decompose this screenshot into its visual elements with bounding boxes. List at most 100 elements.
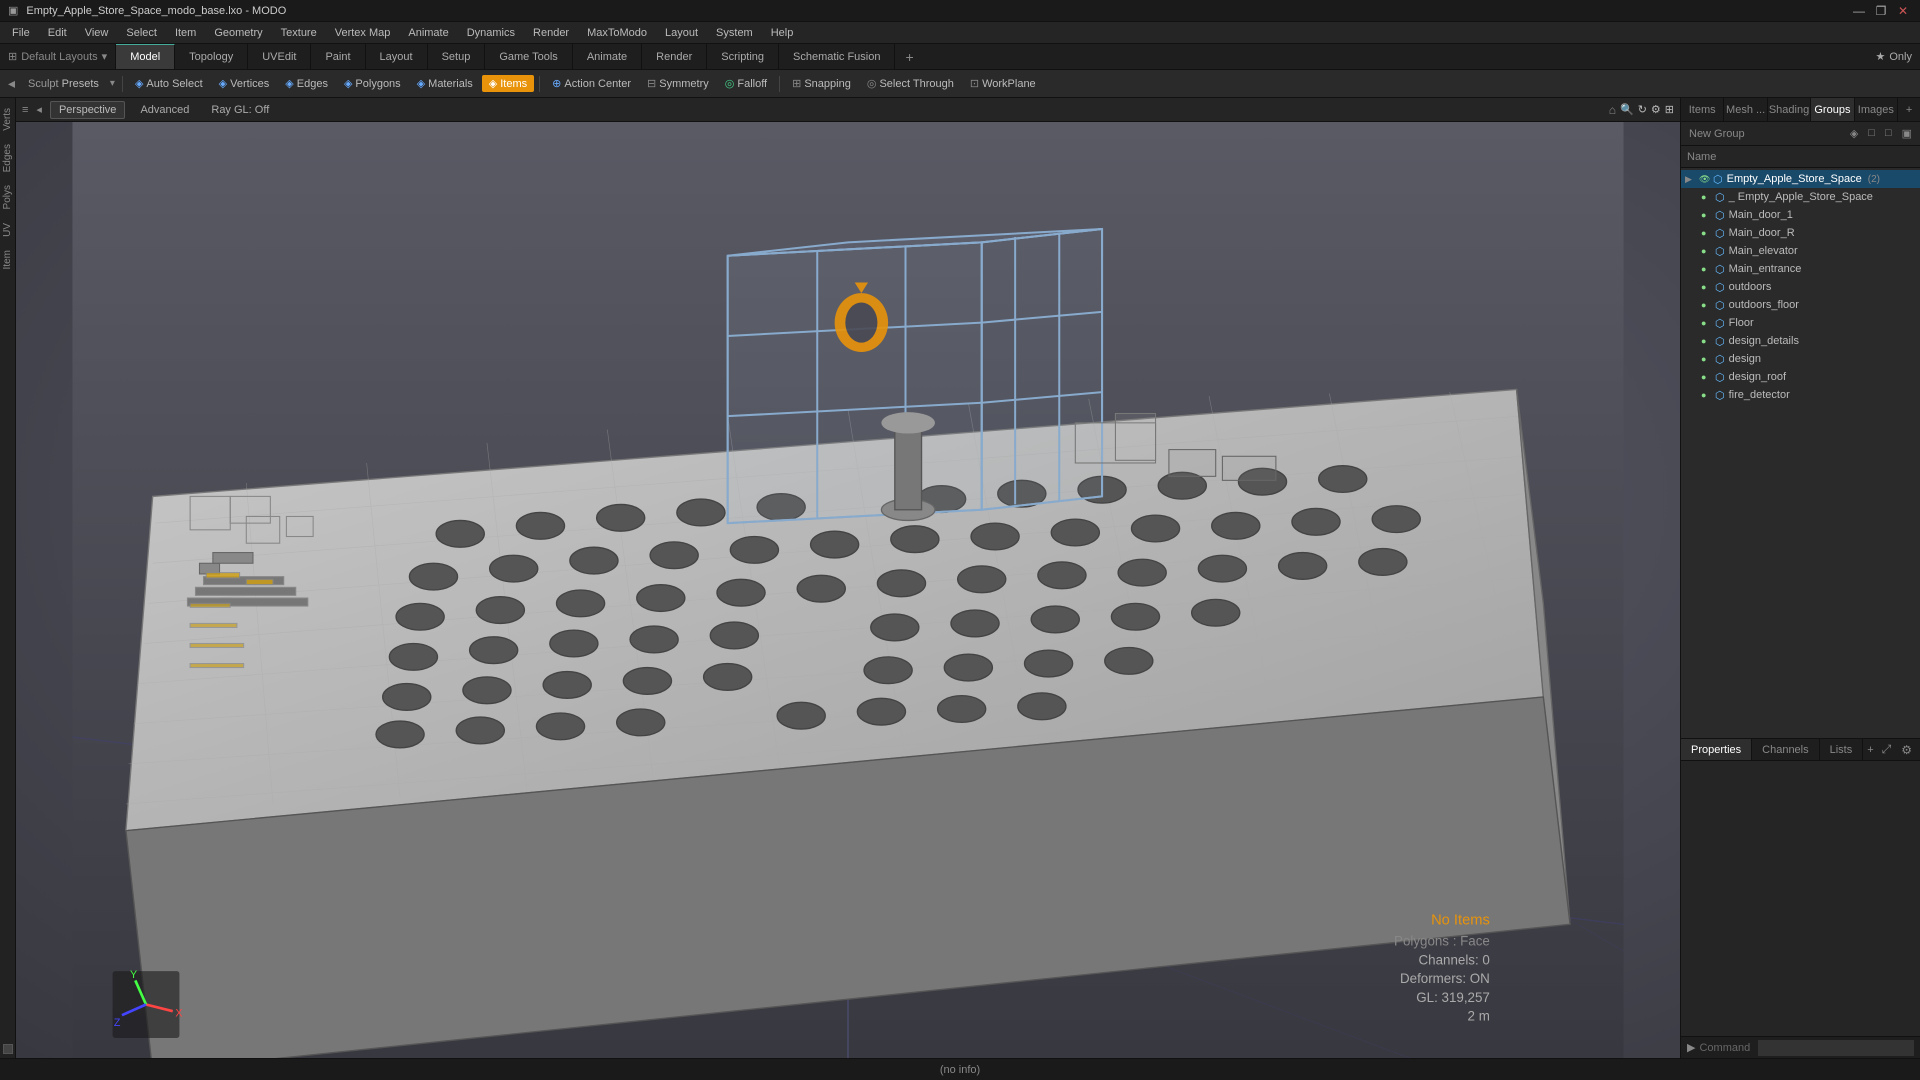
action-center-button[interactable]: ⊕ Action Center	[545, 75, 638, 92]
tree-item-root[interactable]: ▶ 👁 ⬡ Empty_Apple_Store_Space (2)	[1681, 170, 1920, 188]
tab-topology[interactable]: Topology	[175, 44, 248, 69]
sidebar-tab-item[interactable]: Item	[0, 244, 15, 275]
tree-item-3[interactable]: ● ⬡ Main_elevator	[1681, 242, 1920, 260]
menu-render[interactable]: Render	[525, 25, 577, 41]
toolbar-expand-icon[interactable]: ◂	[4, 75, 19, 92]
viewport-expand-icon[interactable]: ◂	[36, 103, 42, 116]
close-button[interactable]: ✕	[1894, 2, 1912, 20]
tree-item-10[interactable]: ● ⬡ design_roof	[1681, 368, 1920, 386]
menu-select[interactable]: Select	[118, 25, 165, 41]
tab-gametools[interactable]: Game Tools	[485, 44, 573, 69]
rb-icon-settings[interactable]: ⚙	[1897, 741, 1916, 759]
sidebar-tab-edges[interactable]: Edges	[0, 138, 15, 178]
rp-tab-groups[interactable]: Groups	[1811, 98, 1854, 121]
rpt-icon-1[interactable]: ◈	[1846, 125, 1862, 142]
rpt-icon-2[interactable]: □	[1864, 125, 1879, 142]
snapping-button[interactable]: ⊞ Snapping	[785, 75, 858, 92]
rb-tab-add[interactable]: +	[1863, 739, 1877, 760]
tab-schematic-fusion[interactable]: Schematic Fusion	[779, 44, 895, 69]
tab-animate[interactable]: Animate	[573, 44, 642, 69]
toolbar-separator-1	[122, 76, 123, 92]
materials-button[interactable]: ◈ Materials	[410, 75, 480, 92]
menu-dynamics[interactable]: Dynamics	[459, 25, 523, 41]
rp-tab-add[interactable]: +	[1898, 98, 1920, 121]
sidebar-tab-polys[interactable]: Polys	[0, 179, 15, 215]
menu-item[interactable]: Item	[167, 25, 204, 41]
symmetry-button[interactable]: ⊟ Symmetry	[640, 75, 716, 92]
menu-geometry[interactable]: Geometry	[206, 25, 270, 41]
falloff-button[interactable]: ◎ Falloff	[718, 75, 774, 92]
tab-scripting[interactable]: Scripting	[707, 44, 779, 69]
polygons-button[interactable]: ◈ Polygons	[337, 75, 408, 92]
menu-vertexmap[interactable]: Vertex Map	[327, 25, 399, 41]
tab-uvedit[interactable]: UVEdit	[248, 44, 311, 69]
rpt-icon-3[interactable]: □	[1881, 125, 1896, 142]
tree-item-5[interactable]: ● ⬡ outdoors	[1681, 278, 1920, 296]
tree-item-4[interactable]: ● ⬡ Main_entrance	[1681, 260, 1920, 278]
command-input[interactable]	[1758, 1040, 1914, 1056]
tree-item-7[interactable]: ● ⬡ Floor	[1681, 314, 1920, 332]
menu-help[interactable]: Help	[763, 25, 802, 41]
sidebar-bottom-icon[interactable]	[3, 1044, 13, 1054]
tree-item-9[interactable]: ● ⬡ design	[1681, 350, 1920, 368]
menu-edit[interactable]: Edit	[40, 25, 75, 41]
minimize-button[interactable]: —	[1850, 2, 1868, 20]
viewport[interactable]: ≡ ◂ Perspective Advanced Ray GL: Off ⌂ 🔍…	[16, 98, 1680, 1058]
default-layouts-label[interactable]: Default Layouts	[21, 51, 97, 63]
titlebar-controls[interactable]: — ❐ ✕	[1850, 2, 1912, 20]
viewport-content[interactable]: X Y Z No Items Polygons : Face Channels:…	[16, 122, 1680, 1058]
tree-item-2[interactable]: ● ⬡ Main_door_R	[1681, 224, 1920, 242]
preset-dropdown-icon[interactable]: ▾	[108, 78, 117, 89]
tab-model[interactable]: Model	[116, 44, 175, 69]
tab-add-button[interactable]: +	[895, 44, 923, 69]
rp-tab-items[interactable]: Items	[1681, 98, 1724, 121]
vp-home-icon[interactable]: ⌂	[1609, 103, 1616, 117]
rp-tab-images[interactable]: Images	[1855, 98, 1898, 121]
rp-tab-mesh[interactable]: Mesh ...	[1724, 98, 1767, 121]
rb-icon-expand[interactable]: ⤢	[1878, 740, 1896, 759]
tree-item-8[interactable]: ● ⬡ design_details	[1681, 332, 1920, 350]
vp-settings-icon[interactable]: ⚙	[1651, 103, 1661, 116]
rb-tab-lists[interactable]: Lists	[1820, 739, 1864, 760]
rpt-new-group[interactable]: New Group	[1685, 126, 1749, 142]
perspective-button[interactable]: Perspective	[50, 101, 125, 119]
tab-paint[interactable]: Paint	[311, 44, 365, 69]
menu-file[interactable]: File	[4, 25, 38, 41]
rp-tab-shading[interactable]: Shading	[1768, 98, 1811, 121]
tree-item-11[interactable]: ● ⬡ fire_detector	[1681, 386, 1920, 404]
select-through-button[interactable]: ◎ Select Through	[860, 75, 961, 92]
tab-layout[interactable]: Layout	[366, 44, 428, 69]
items-button[interactable]: ◈ Items	[482, 75, 534, 92]
layouts-dropdown-icon[interactable]: ▾	[102, 50, 108, 63]
workplane-button[interactable]: ⊡ WorkPlane	[963, 75, 1043, 92]
advanced-button[interactable]: Advanced	[133, 102, 196, 118]
menu-animate[interactable]: Animate	[400, 25, 456, 41]
tab-setup[interactable]: Setup	[428, 44, 486, 69]
menu-texture[interactable]: Texture	[273, 25, 325, 41]
sidebar-tab-verts[interactable]: Verts	[0, 102, 15, 137]
edges-button[interactable]: ◈ Edges	[278, 75, 335, 92]
menu-layout[interactable]: Layout	[657, 25, 706, 41]
menu-maxtomodo[interactable]: MaxToModo	[579, 25, 655, 41]
vp-rotate-icon[interactable]: ↻	[1638, 103, 1647, 116]
raygl-button[interactable]: Ray GL: Off	[204, 102, 276, 118]
menu-view[interactable]: View	[77, 25, 117, 41]
tree-item-0[interactable]: ● ⬡ _ Empty_Apple_Store_Space	[1681, 188, 1920, 206]
item-tree[interactable]: ▶ 👁 ⬡ Empty_Apple_Store_Space (2) ● ⬡ _ …	[1681, 168, 1920, 738]
vp-grid-icon[interactable]: ⊞	[1665, 103, 1674, 116]
expand-icon-root[interactable]: ▶	[1685, 174, 1695, 185]
rb-tab-channels[interactable]: Channels	[1752, 739, 1819, 760]
sidebar-tab-uv[interactable]: UV	[0, 217, 15, 243]
auto-select-button[interactable]: ◈ Auto Select	[128, 75, 210, 92]
sculpt-presets-button[interactable]: Sculpt Presets	[21, 76, 106, 92]
tree-item-1[interactable]: ● ⬡ Main_door_1	[1681, 206, 1920, 224]
tab-render[interactable]: Render	[642, 44, 707, 69]
viewport-menu-icon[interactable]: ≡	[22, 104, 28, 116]
rb-tab-properties[interactable]: Properties	[1681, 739, 1752, 760]
maximize-button[interactable]: ❐	[1872, 2, 1890, 20]
vertices-button[interactable]: ◈ Vertices	[212, 75, 277, 92]
menu-system[interactable]: System	[708, 25, 761, 41]
vp-zoom-icon[interactable]: 🔍	[1620, 103, 1634, 116]
rpt-icon-4[interactable]: ▣	[1898, 125, 1916, 142]
tree-item-6[interactable]: ● ⬡ outdoors_floor	[1681, 296, 1920, 314]
